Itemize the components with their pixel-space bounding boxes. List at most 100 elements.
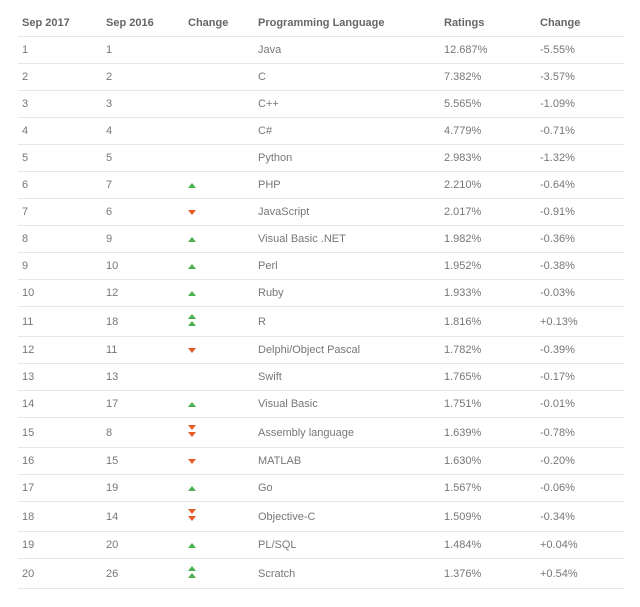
header-changeicon: Change [184, 10, 254, 37]
table-row: 1615MATLAB1.630%-0.20% [18, 448, 624, 475]
cell-sep2016: 19 [102, 475, 184, 502]
chevron-down-icon [188, 348, 196, 353]
chevron-up-icon [188, 486, 196, 491]
cell-sep2016: 18 [102, 307, 184, 337]
cell-sep2017: 15 [18, 418, 102, 448]
cell-sep2017: 20 [18, 559, 102, 589]
cell-language: JavaScript [254, 199, 440, 226]
header-ratings: Ratings [440, 10, 536, 37]
cell-trend [184, 145, 254, 172]
table-row: 11Java12.687%-5.55% [18, 37, 624, 64]
chevron-up-icon [188, 264, 196, 269]
cell-language: PL/SQL [254, 532, 440, 559]
cell-sep2016: 17 [102, 391, 184, 418]
cell-change: +0.54% [536, 559, 624, 589]
cell-language: C [254, 64, 440, 91]
table-row: 1012Ruby1.933%-0.03% [18, 280, 624, 307]
cell-sep2016: 14 [102, 502, 184, 532]
table-row: 22C7.382%-3.57% [18, 64, 624, 91]
cell-sep2017: 2 [18, 64, 102, 91]
cell-sep2016: 11 [102, 337, 184, 364]
cell-trend [184, 502, 254, 532]
cell-trend [184, 364, 254, 391]
cell-trend [184, 448, 254, 475]
cell-sep2016: 7 [102, 172, 184, 199]
cell-trend [184, 418, 254, 448]
cell-trend [184, 226, 254, 253]
cell-language: Delphi/Object Pascal [254, 337, 440, 364]
table-row: 1118R1.816%+0.13% [18, 307, 624, 337]
cell-change: -0.34% [536, 502, 624, 532]
cell-language: MATLAB [254, 448, 440, 475]
cell-ratings: 1.982% [440, 226, 536, 253]
table-row: 55Python2.983%-1.32% [18, 145, 624, 172]
cell-ratings: 1.376% [440, 559, 536, 589]
cell-sep2017: 4 [18, 118, 102, 145]
cell-change: -3.57% [536, 64, 624, 91]
table-header-row: Sep 2017 Sep 2016 Change Programming Lan… [18, 10, 624, 37]
cell-language: Visual Basic [254, 391, 440, 418]
cell-sep2017: 7 [18, 199, 102, 226]
cell-ratings: 1.933% [440, 280, 536, 307]
cell-language: Visual Basic .NET [254, 226, 440, 253]
cell-sep2016: 4 [102, 118, 184, 145]
chevron-down-icon [188, 459, 196, 464]
cell-sep2016: 20 [102, 532, 184, 559]
chevron-double-down-icon [188, 425, 196, 437]
cell-language: Go [254, 475, 440, 502]
chevron-double-up-icon [188, 566, 196, 578]
cell-language: Python [254, 145, 440, 172]
cell-ratings: 1.816% [440, 307, 536, 337]
cell-trend [184, 91, 254, 118]
table-row: 1211Delphi/Object Pascal1.782%-0.39% [18, 337, 624, 364]
cell-ratings: 2.017% [440, 199, 536, 226]
header-language: Programming Language [254, 10, 440, 37]
cell-sep2016: 3 [102, 91, 184, 118]
cell-language: R [254, 307, 440, 337]
table-row: 1920PL/SQL1.484%+0.04% [18, 532, 624, 559]
header-sep2017: Sep 2017 [18, 10, 102, 37]
cell-sep2017: 6 [18, 172, 102, 199]
chevron-up-icon [188, 543, 196, 548]
chevron-up-icon [188, 402, 196, 407]
table-row: 1417Visual Basic1.751%-0.01% [18, 391, 624, 418]
cell-ratings: 12.687% [440, 37, 536, 64]
cell-ratings: 4.779% [440, 118, 536, 145]
cell-sep2016: 12 [102, 280, 184, 307]
chevron-double-down-icon [188, 509, 196, 521]
cell-trend [184, 64, 254, 91]
cell-language: Perl [254, 253, 440, 280]
cell-change: -0.38% [536, 253, 624, 280]
cell-ratings: 1.782% [440, 337, 536, 364]
cell-sep2017: 12 [18, 337, 102, 364]
cell-ratings: 1.765% [440, 364, 536, 391]
table-row: 89 Visual Basic .NET1.982%-0.36% [18, 226, 624, 253]
cell-change: -0.78% [536, 418, 624, 448]
cell-sep2017: 17 [18, 475, 102, 502]
cell-trend [184, 475, 254, 502]
cell-language: Assembly language [254, 418, 440, 448]
cell-language: C# [254, 118, 440, 145]
cell-trend [184, 307, 254, 337]
table-row: 67PHP2.210%-0.64% [18, 172, 624, 199]
cell-sep2017: 8 [18, 226, 102, 253]
cell-sep2016: 10 [102, 253, 184, 280]
cell-trend [184, 253, 254, 280]
cell-ratings: 1.484% [440, 532, 536, 559]
cell-language: Java [254, 37, 440, 64]
cell-change: -0.36% [536, 226, 624, 253]
cell-sep2016: 8 [102, 418, 184, 448]
cell-ratings: 1.567% [440, 475, 536, 502]
cell-sep2017: 1 [18, 37, 102, 64]
cell-sep2017: 16 [18, 448, 102, 475]
cell-change: +0.13% [536, 307, 624, 337]
cell-sep2016: 5 [102, 145, 184, 172]
cell-sep2016: 9 [102, 226, 184, 253]
cell-change: -0.71% [536, 118, 624, 145]
cell-ratings: 7.382% [440, 64, 536, 91]
table-row: 1719Go1.567%-0.06% [18, 475, 624, 502]
cell-change: -1.09% [536, 91, 624, 118]
cell-sep2016: 6 [102, 199, 184, 226]
cell-sep2016: 26 [102, 559, 184, 589]
cell-trend [184, 391, 254, 418]
